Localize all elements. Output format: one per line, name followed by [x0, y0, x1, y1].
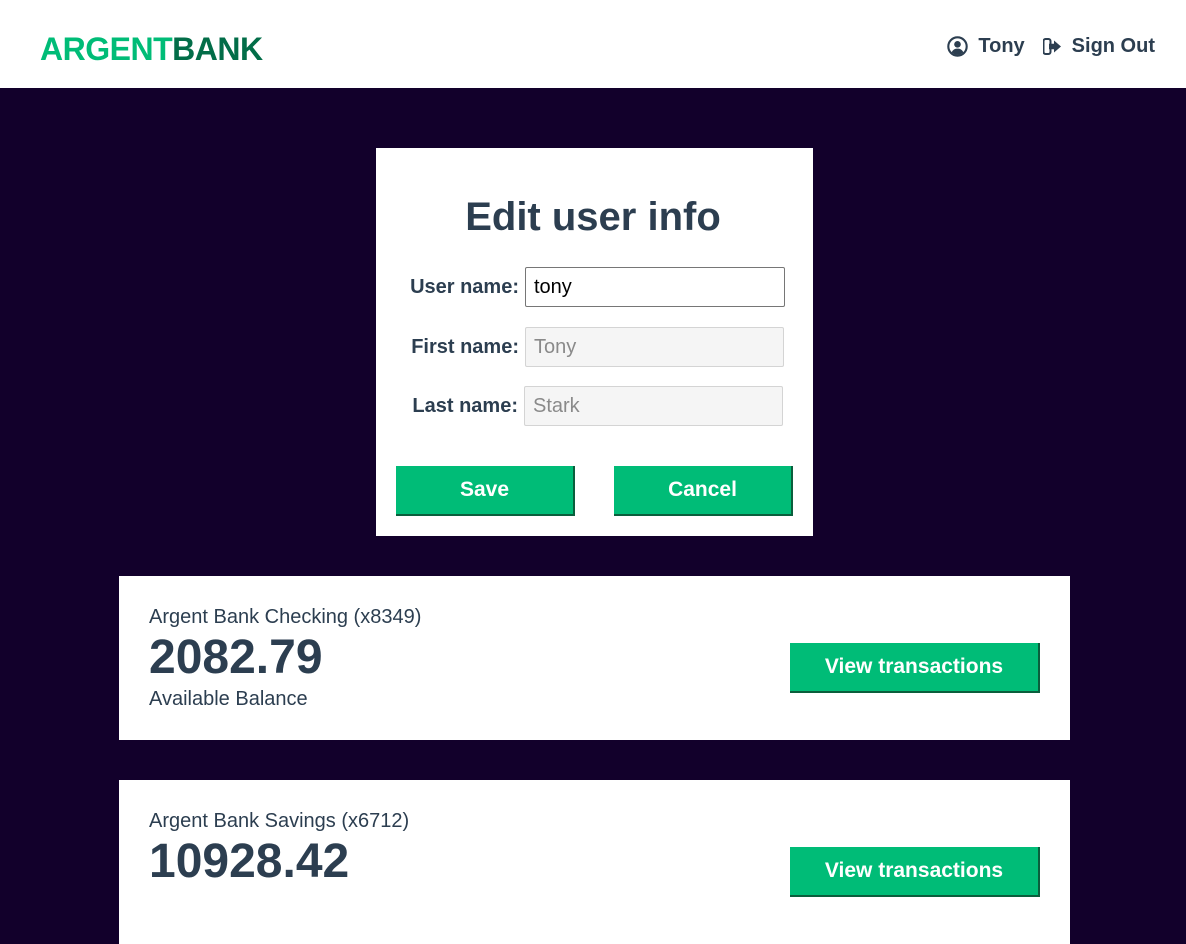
- username-row: User name:: [410, 267, 785, 307]
- edit-user-title: Edit user info: [465, 195, 721, 239]
- firstname-label: First name:: [411, 335, 519, 358]
- profile-link[interactable]: Tony: [947, 35, 1025, 58]
- logo-part-argent: ARGENT: [40, 31, 173, 67]
- view-transactions-button[interactable]: View transactions: [790, 643, 1040, 693]
- account-title: Argent Bank Savings (x6712): [149, 810, 410, 832]
- user-circle-icon: [947, 36, 969, 57]
- lastname-row: Last name:: [410, 386, 783, 426]
- account-card-savings: Argent Bank Savings (x6712) 10928.42 Vie…: [119, 780, 1070, 944]
- firstname-input: [525, 327, 784, 367]
- logo-part-bank: BANK: [172, 31, 263, 67]
- account-amount: 2082.79: [149, 631, 323, 684]
- username-input[interactable]: [525, 267, 785, 307]
- account-amount: 10928.42: [149, 835, 350, 888]
- nav-right: Tony Sign Out: [947, 35, 1155, 58]
- account-title: Argent Bank Checking (x8349): [149, 606, 422, 628]
- lastname-label: Last name:: [412, 394, 518, 417]
- sign-out-link[interactable]: Sign Out: [1042, 35, 1155, 58]
- account-card-checking: Argent Bank Checking (x8349) 2082.79 Ava…: [119, 576, 1070, 740]
- argent-bank-logo[interactable]: ARGENTBANK: [40, 30, 263, 68]
- cancel-button[interactable]: Cancel: [614, 466, 793, 516]
- lastname-input: [524, 386, 783, 426]
- navbar: ARGENTBANK Tony Sign Out: [0, 0, 1186, 88]
- profile-name: Tony: [978, 35, 1025, 57]
- save-button[interactable]: Save: [396, 466, 575, 516]
- username-label: User name:: [410, 275, 519, 298]
- sign-out-icon: [1042, 38, 1062, 55]
- account-amount-description: Available Balance: [149, 688, 308, 710]
- firstname-row: First name:: [410, 327, 784, 367]
- view-transactions-button[interactable]: View transactions: [790, 847, 1040, 897]
- sign-out-label: Sign Out: [1071, 35, 1155, 57]
